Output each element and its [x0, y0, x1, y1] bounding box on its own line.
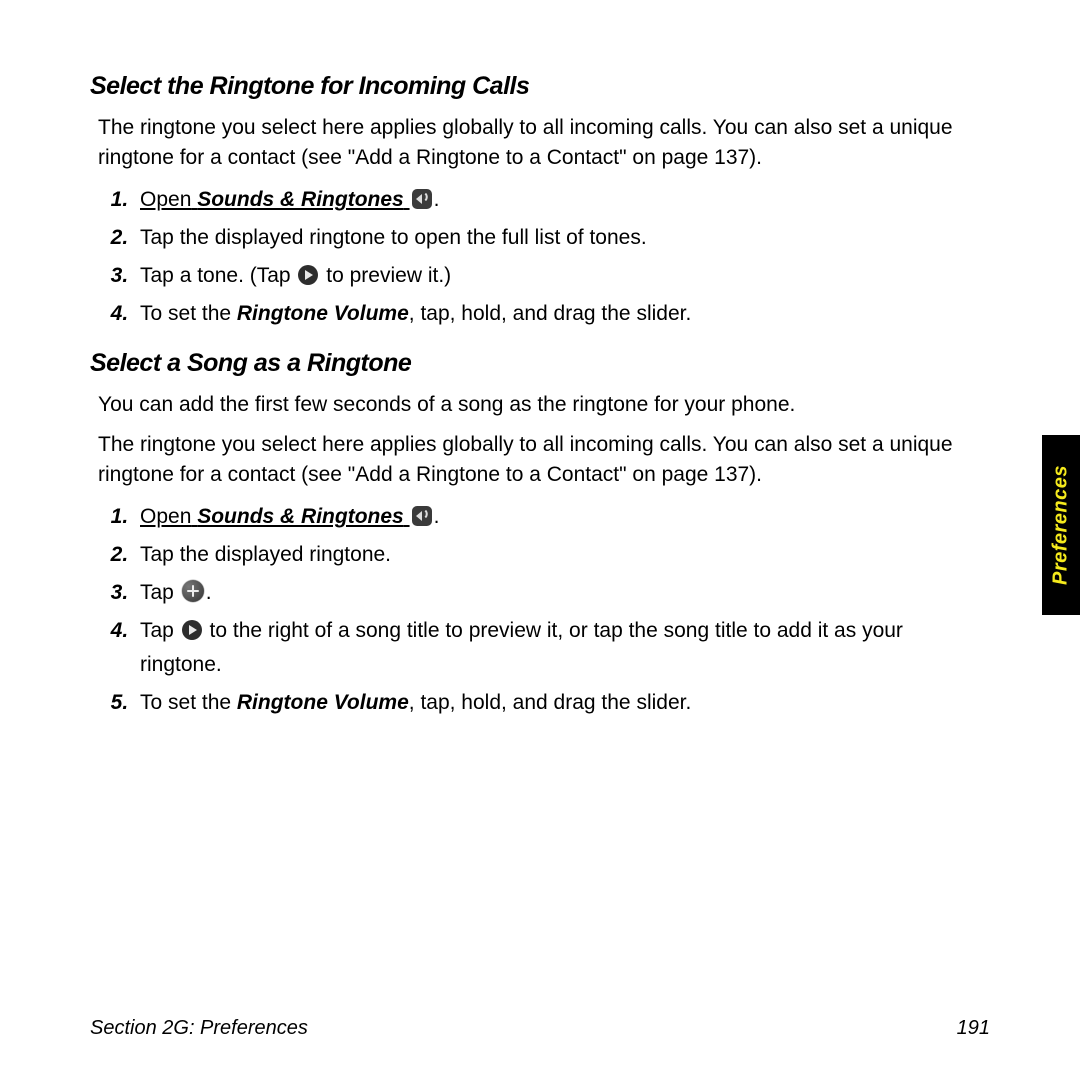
footer-section-label: Section 2G: Preferences: [90, 1017, 308, 1040]
open-text: Open: [140, 505, 191, 528]
step-1-1: Open Sounds & Ringtones .: [134, 183, 990, 217]
open-link[interactable]: Open Sounds & Ringtones: [140, 505, 410, 528]
period: .: [434, 188, 440, 211]
step-1-3: Tap a tone. (Tap to preview it.): [134, 259, 990, 293]
text: , tap, hold, and drag the slider.: [409, 691, 692, 714]
period: .: [434, 505, 440, 528]
period: .: [206, 581, 212, 604]
open-link[interactable]: Open Sounds & Ringtones: [140, 188, 410, 211]
steps-list-2: Open Sounds & Ringtones . Tap the displa…: [98, 500, 990, 720]
heading-select-ringtone: Select the Ringtone for Incoming Calls: [90, 72, 990, 101]
text: , tap, hold, and drag the slider.: [409, 302, 692, 325]
play-preview-icon: [298, 265, 318, 285]
app-name: Sounds & Ringtones: [197, 188, 404, 211]
text: to the right of a song title to preview …: [140, 619, 903, 676]
add-music-icon: [182, 580, 204, 602]
steps-list-1: Open Sounds & Ringtones . Tap the displa…: [98, 183, 990, 331]
heading-select-song: Select a Song as a Ringtone: [90, 349, 990, 378]
sounds-ringtones-icon: [412, 189, 432, 209]
text: To set the: [140, 302, 237, 325]
text: Tap: [140, 619, 180, 642]
step-2-5: To set the Ringtone Volume, tap, hold, a…: [134, 686, 990, 720]
text: Tap: [140, 581, 180, 604]
intro-paragraph-2a: You can add the first few seconds of a s…: [98, 390, 990, 420]
ringtone-volume-label: Ringtone Volume: [237, 302, 409, 325]
sounds-ringtones-icon: [412, 506, 432, 526]
open-text: Open: [140, 188, 191, 211]
intro-paragraph-2b: The ringtone you select here applies glo…: [98, 430, 990, 490]
footer-page-number: 191: [957, 1017, 990, 1040]
app-name: Sounds & Ringtones: [197, 505, 404, 528]
page-footer: Section 2G: Preferences 191: [90, 1017, 990, 1040]
ringtone-volume-label: Ringtone Volume: [237, 691, 409, 714]
text: To set the: [140, 691, 237, 714]
step-2-1: Open Sounds & Ringtones .: [134, 500, 990, 534]
step-2-3: Tap .: [134, 576, 990, 610]
text: to preview it.): [320, 264, 451, 287]
text: Tap a tone. (Tap: [140, 264, 296, 287]
play-preview-icon: [182, 620, 202, 640]
step-1-2: Tap the displayed ringtone to open the f…: [134, 221, 990, 255]
side-tab-label: Preferences: [1050, 465, 1073, 585]
intro-paragraph-1: The ringtone you select here applies glo…: [98, 113, 990, 173]
step-1-4: To set the Ringtone Volume, tap, hold, a…: [134, 297, 990, 331]
side-tab-preferences[interactable]: Preferences: [1042, 435, 1080, 615]
step-2-4: Tap to the right of a song title to prev…: [134, 614, 990, 682]
page-content: Select the Ringtone for Incoming Calls T…: [90, 60, 990, 738]
step-2-2: Tap the displayed ringtone.: [134, 538, 990, 572]
